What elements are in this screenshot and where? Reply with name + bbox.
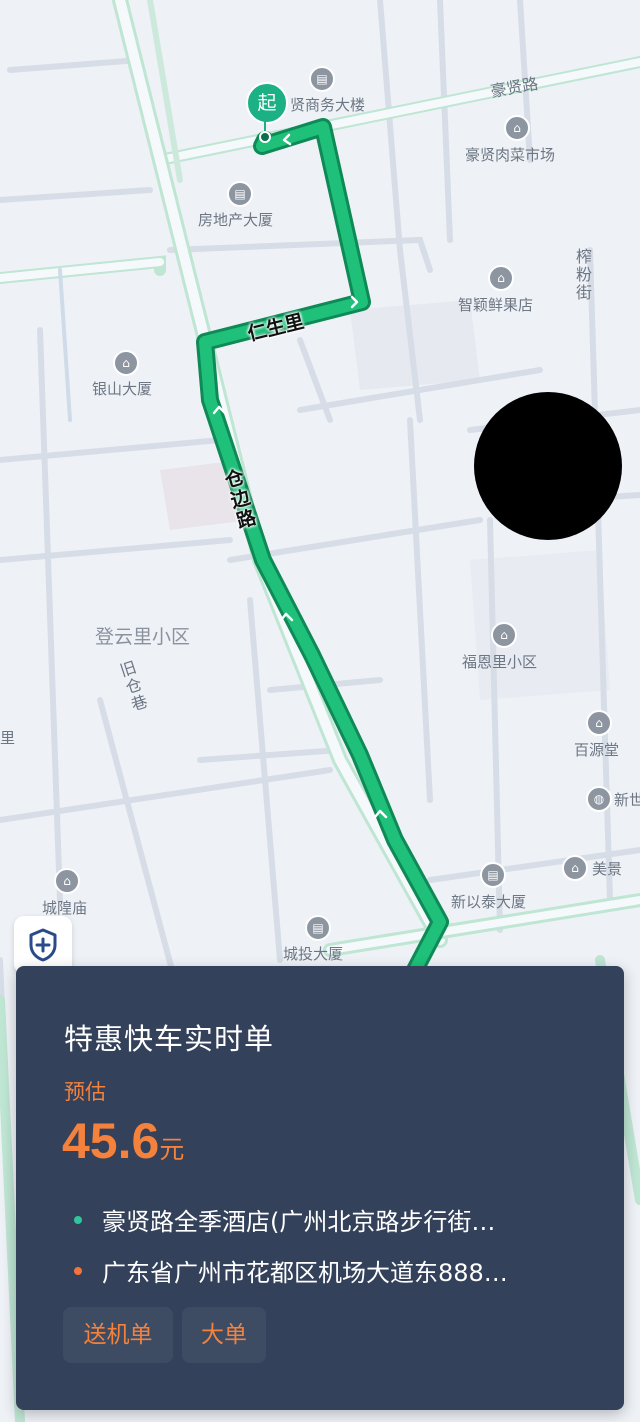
origin-dot: [74, 1216, 82, 1224]
shop-icon: ⌂: [562, 855, 588, 881]
poi-chengtou[interactable]: 城投大厦: [283, 943, 343, 964]
area-label-dengyunli: 登云里小区: [95, 626, 191, 648]
poi-left-li[interactable]: 里: [0, 727, 15, 748]
estimate-label: 预估: [64, 1080, 106, 1104]
building-icon: ▤: [305, 915, 331, 941]
residence-icon: ⌂: [491, 622, 517, 648]
start-marker[interactable]: 起: [246, 82, 288, 124]
destination-dot: [74, 1267, 82, 1275]
poi-xinyitai[interactable]: 新以泰大厦: [451, 891, 526, 912]
poi-fuenli[interactable]: 福恩里小区: [462, 651, 537, 672]
poi-chenghuangmiao[interactable]: 城隍庙: [42, 897, 87, 918]
order-card[interactable]: 特惠快车实时单 预估 45.6元 豪贤路全季酒店(广州北京路步行街… 广东省广州…: [16, 966, 624, 1410]
poi-haoxian-market[interactable]: 豪贤肉菜市场: [465, 144, 555, 165]
poi-meijing[interactable]: 美景: [592, 858, 622, 879]
temple-icon: ⌂: [54, 868, 80, 894]
price: 45.6元: [62, 1112, 184, 1170]
residence-icon: ⌂: [113, 350, 139, 376]
tag-airport-order: 送机单: [63, 1307, 173, 1363]
building-icon: ▤: [480, 862, 506, 888]
poi-baiyuantang[interactable]: 百源堂: [574, 739, 619, 760]
price-value: 45.6: [62, 1113, 160, 1169]
price-unit: 元: [159, 1135, 185, 1164]
shop-icon: ⌂: [586, 710, 612, 736]
poi-zhiying-fruit[interactable]: 智颖鲜果店: [458, 294, 533, 315]
poi-yinshan[interactable]: 银山大厦: [92, 378, 152, 399]
shop-icon: ⌂: [488, 265, 514, 291]
landmark-icon: ◍: [586, 786, 612, 812]
poi-haoxian-business[interactable]: 贤商务大楼: [290, 94, 365, 115]
origin-address: 豪贤路全季酒店(广州北京路步行街…: [74, 1202, 614, 1237]
start-point: [259, 131, 271, 143]
building-icon: ▤: [227, 181, 253, 207]
destination-address: 广东省广州市花都区机场大道东888…: [74, 1253, 614, 1288]
origin-text: 豪贤路全季酒店(广州北京路步行街…: [102, 1208, 496, 1236]
building-icon: ▤: [309, 66, 335, 92]
poi-real-estate[interactable]: 房地产大厦: [198, 209, 273, 230]
destination-text: 广东省广州市花都区机场大道东888…: [102, 1259, 508, 1287]
road-label-zhafen: 榨粉街: [573, 248, 592, 302]
tag-big-order: 大单: [182, 1307, 266, 1363]
shield-plus-icon: [29, 928, 57, 962]
redaction-circle: [474, 392, 622, 540]
order-title: 特惠快车实时单: [64, 1022, 275, 1056]
poi-xin-partial[interactable]: 新世: [614, 789, 640, 810]
shop-icon: ⌂: [504, 115, 530, 141]
